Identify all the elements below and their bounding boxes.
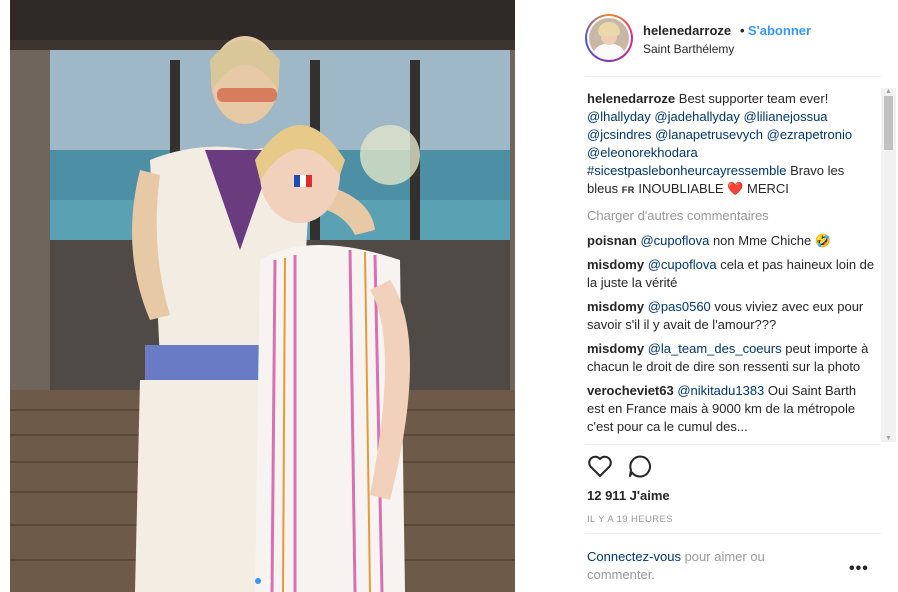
caption-tag[interactable]: @eleonorekhodara <box>587 145 698 160</box>
comment-mention[interactable]: @pas0560 <box>648 299 711 314</box>
caption-text: Best supporter team ever! <box>678 91 829 106</box>
comment-item: misdomy @la_team_des_coeurs peut importe… <box>587 340 877 376</box>
comment-mention[interactable]: @cupoflova <box>640 233 709 248</box>
carousel-dot <box>264 578 271 584</box>
caption-hashtag[interactable]: #sicestpaslebonheurcayressemble <box>587 163 786 178</box>
comment-item: misdomy @pas0560 vous viviez avec eux po… <box>587 298 877 334</box>
flag-emoji: FR <box>621 185 635 195</box>
login-link[interactable]: Connectez-vous <box>587 549 681 564</box>
avatar-image <box>589 18 629 58</box>
comment-author[interactable]: verocheviet63 <box>587 383 674 398</box>
post-header: helenedarroze • S'abonner Saint Barthéle… <box>581 12 881 68</box>
comment-mention[interactable]: @nikitadu1383 <box>677 383 764 398</box>
caption-text: MERCI <box>747 181 789 196</box>
login-prompt: Connectez-vous pour aimer ou commenter. <box>587 548 827 584</box>
carousel-dot-active <box>254 578 261 584</box>
avatar[interactable] <box>585 14 633 62</box>
comments-list[interactable]: helenedarroze Best supporter team ever! … <box>587 90 877 440</box>
scroll-down-arrow-icon[interactable]: ▼ <box>885 435 892 442</box>
post-image <box>10 0 515 592</box>
comment-item: verocheviet63 @nikitadu1383 Oui Saint Ba… <box>587 382 877 436</box>
comments-scrollbar[interactable]: ▲ ▼ <box>881 88 896 442</box>
carousel-dots <box>10 578 515 584</box>
scrollbar-thumb[interactable] <box>884 96 893 150</box>
comment-bubble-icon[interactable] <box>627 454 653 480</box>
comment-author[interactable]: misdomy <box>587 257 644 272</box>
actions-divider <box>585 444 881 445</box>
heart-outline-icon[interactable] <box>587 454 613 480</box>
likes-count[interactable]: 12 911 J'aime <box>587 488 670 503</box>
avatar-hair <box>598 22 620 36</box>
caption-tag[interactable]: @ezrapetronio <box>767 127 852 142</box>
avatar-ring <box>587 16 631 60</box>
caption-tag[interactable]: @lilianejossua <box>744 109 828 124</box>
comment-text: non Mme Chiche <box>712 233 812 248</box>
comment-item: misdomy @cupoflova cela et pas haineux l… <box>587 256 877 292</box>
comment-author[interactable]: poisnan <box>587 233 637 248</box>
comment-author[interactable]: misdomy <box>587 299 644 314</box>
caption-author[interactable]: helenedarroze <box>587 91 675 106</box>
footer-divider <box>585 533 881 534</box>
comment-mention[interactable]: @cupoflova <box>648 257 717 272</box>
caption-tag[interactable]: @jadehallyday <box>654 109 739 124</box>
location-link[interactable]: Saint Barthélemy <box>643 42 734 56</box>
more-options-icon[interactable]: ••• <box>849 560 869 578</box>
post-side-panel: helenedarroze • S'abonner Saint Barthéle… <box>577 0 898 592</box>
heart-emoji: ❤️ <box>727 181 744 196</box>
laughing-emoji: 🤣 <box>814 233 832 248</box>
caption-text: INOUBLIABLE <box>638 181 724 196</box>
caption-tag[interactable]: @lanapetrusevych <box>655 127 763 142</box>
comment-author[interactable]: misdomy <box>587 341 644 356</box>
follow-button[interactable]: S'abonner <box>748 23 811 38</box>
comment-mention[interactable]: @la_team_des_coeurs <box>648 341 782 356</box>
caption-tag[interactable]: @lhallyday <box>587 109 651 124</box>
username-link[interactable]: helenedarroze <box>643 23 731 38</box>
comment-item: poisnan @cupoflova non Mme Chiche 🤣 <box>587 232 877 250</box>
avatar-coat <box>592 44 626 58</box>
post-photo[interactable] <box>10 0 515 592</box>
caption-tag[interactable]: @jcsindres <box>587 127 652 142</box>
separator-dot: • <box>740 23 745 38</box>
post-actions <box>587 454 653 480</box>
scroll-up-arrow-icon[interactable]: ▲ <box>885 88 892 95</box>
post-timestamp: IL Y A 19 HEURES <box>587 514 673 525</box>
post-caption: helenedarroze Best supporter team ever! … <box>587 90 877 199</box>
load-more-comments-button[interactable]: Charger d'autres commentaires <box>587 207 877 225</box>
header-divider <box>585 76 881 77</box>
